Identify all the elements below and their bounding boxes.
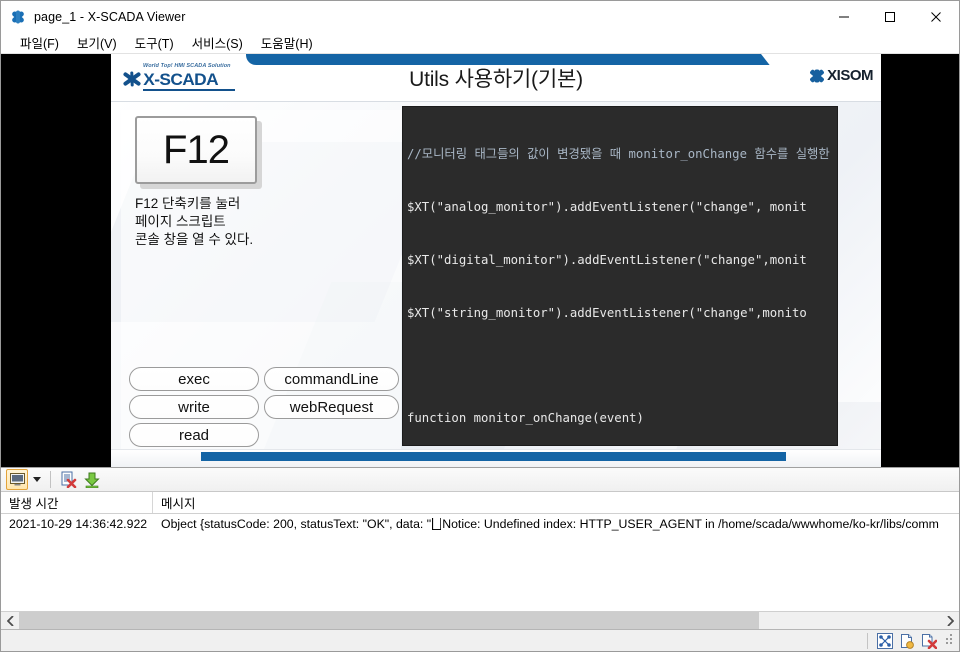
page-header: World Top! HMI SCADA Solution X-SCADA Ut… bbox=[111, 54, 881, 102]
script-code-panel[interactable]: //모니터링 태그들의 값이 변경됐을 때 monitor_onChange 함… bbox=[402, 106, 838, 446]
xscada-star-icon bbox=[10, 9, 26, 25]
toolbar-separator bbox=[50, 471, 51, 488]
log-panel: 발생 시간 메시지 2021-10-29 14:36:42.922 Object… bbox=[1, 492, 959, 611]
maximize-button[interactable] bbox=[867, 1, 913, 32]
status-bar bbox=[1, 629, 959, 651]
menu-tools[interactable]: 도구(T) bbox=[126, 31, 183, 55]
scroll-right-arrow-icon[interactable] bbox=[941, 612, 959, 629]
code-line: $XT("digital_monitor").addEventListener(… bbox=[407, 252, 807, 267]
title-bar: page_1 - X-SCADA Viewer bbox=[1, 1, 959, 32]
monitor-icon[interactable] bbox=[6, 469, 28, 490]
window-title: page_1 - X-SCADA Viewer bbox=[34, 9, 186, 24]
log-horizontal-scrollbar[interactable] bbox=[1, 611, 959, 629]
scroll-left-arrow-icon[interactable] bbox=[1, 612, 19, 629]
code-line: //모니터링 태그들의 값이 변경됐을 때 monitor_onChange 함… bbox=[407, 147, 830, 162]
xisom-logo: XISOM bbox=[808, 67, 873, 84]
instruction-pane: F12 F12 단축키를 눌러 페이지 스크립트 콘솔 창을 열 수 있다. e… bbox=[121, 110, 401, 455]
network-link-icon[interactable] bbox=[875, 632, 894, 650]
log-message-badge: █ bbox=[432, 518, 442, 530]
f12-key-graphic: F12 bbox=[135, 116, 257, 184]
f12-instruction-text: F12 단축키를 눌러 페이지 스크립트 콘솔 창을 열 수 있다. bbox=[135, 196, 254, 247]
xisom-logo-star-icon bbox=[808, 68, 825, 84]
page-footer-bar bbox=[111, 449, 881, 467]
scrollbar-track[interactable] bbox=[19, 612, 941, 629]
xisom-logo-word: XISOM bbox=[827, 67, 873, 84]
code-line: $XT("analog_monitor").addEventListener("… bbox=[407, 199, 807, 214]
log-message: Object {statusCode: 200, statusText: "OK… bbox=[153, 514, 959, 534]
resize-grip-icon[interactable] bbox=[943, 633, 955, 648]
page-body: F12 F12 단축키를 눌러 페이지 스크립트 콘솔 창을 열 수 있다. e… bbox=[111, 102, 881, 467]
chevron-down-icon[interactable] bbox=[30, 469, 44, 490]
scrollbar-thumb[interactable] bbox=[19, 612, 759, 629]
save-download-icon[interactable] bbox=[81, 469, 103, 490]
statusbar-separator bbox=[867, 632, 868, 649]
menu-bar: 파일(F) 보기(V) 도구(T) 서비스(S) 도움말(H) bbox=[1, 32, 959, 54]
column-timestamp[interactable]: 발생 시간 bbox=[1, 492, 153, 513]
web-request-button[interactable]: webRequest bbox=[264, 395, 399, 419]
log-table-body: 2021-10-29 14:36:42.922 Object {statusCo… bbox=[1, 514, 959, 611]
menu-service[interactable]: 서비스(S) bbox=[183, 31, 252, 55]
minimize-button[interactable] bbox=[821, 1, 867, 32]
page-title: Utils 사용하기(기본) bbox=[409, 68, 583, 91]
log-message-suffix: Notice: Undefined index: HTTP_USER_AGENT… bbox=[442, 517, 939, 531]
log-table-header: 발생 시간 메시지 bbox=[1, 492, 959, 514]
close-button[interactable] bbox=[913, 1, 959, 32]
code-line: function monitor_onChange(event) bbox=[407, 411, 644, 426]
log-timestamp: 2021-10-29 14:36:42.922 bbox=[9, 517, 148, 531]
application-window: page_1 - X-SCADA Viewer 파일(F) 보기(V) 도구(T… bbox=[0, 0, 960, 652]
code-line: $XT("string_monitor").addEventListener("… bbox=[407, 305, 807, 320]
clear-log-icon[interactable] bbox=[57, 469, 79, 490]
log-message-prefix: Object {statusCode: 200, statusText: "OK… bbox=[161, 517, 432, 531]
menu-file[interactable]: 파일(F) bbox=[11, 31, 68, 55]
read-button[interactable]: read bbox=[129, 423, 259, 447]
command-line-button[interactable]: commandLine bbox=[264, 367, 399, 391]
scada-page: World Top! HMI SCADA Solution X-SCADA Ut… bbox=[111, 54, 881, 467]
delete-page-icon[interactable] bbox=[919, 632, 938, 650]
table-row[interactable]: 2021-10-29 14:36:42.922 Object {statusCo… bbox=[1, 514, 959, 534]
menu-view[interactable]: 보기(V) bbox=[68, 31, 126, 55]
action-button-grid: exec commandLine write webRequest read bbox=[129, 367, 399, 447]
column-message[interactable]: 메시지 bbox=[153, 492, 959, 513]
menu-help[interactable]: 도움말(H) bbox=[252, 31, 322, 55]
footer-blue-bar bbox=[201, 452, 786, 461]
window-controls bbox=[821, 1, 959, 32]
scada-viewer-canvas: World Top! HMI SCADA Solution X-SCADA Ut… bbox=[1, 54, 959, 467]
log-toolbar bbox=[1, 467, 959, 492]
exec-button[interactable]: exec bbox=[129, 367, 259, 391]
write-button[interactable]: write bbox=[129, 395, 259, 419]
new-page-icon[interactable] bbox=[897, 632, 916, 650]
f12-key-label: F12 bbox=[163, 127, 230, 172]
